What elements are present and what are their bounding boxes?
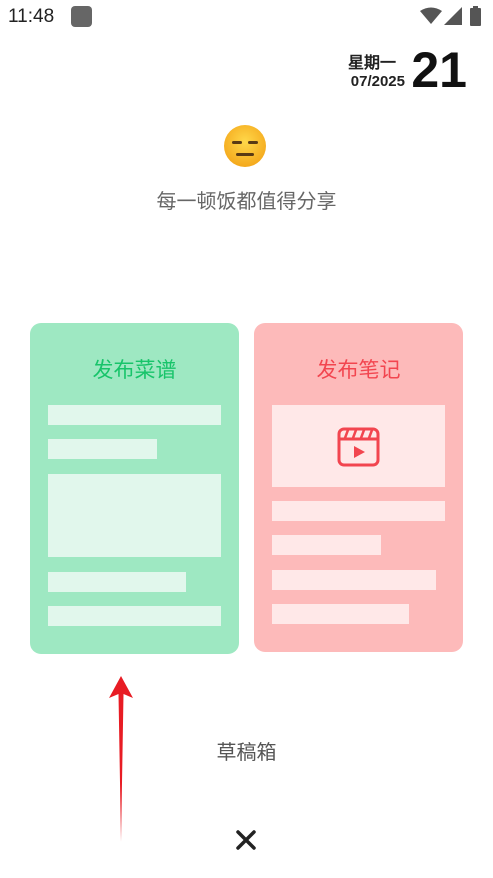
- app-notification-icon: [71, 6, 92, 27]
- placeholder-video: [272, 405, 445, 487]
- placeholder-bar: [48, 439, 157, 459]
- signal-icon: [444, 7, 462, 25]
- placeholder-bar: [272, 501, 445, 521]
- day-number: 21: [411, 42, 467, 98]
- placeholder-bar: [48, 606, 221, 626]
- month-year: 07/2025: [350, 73, 405, 90]
- close-button[interactable]: [229, 823, 263, 857]
- placeholder-bar: [48, 572, 186, 592]
- placeholder-bar: [272, 604, 409, 624]
- close-icon: [236, 830, 256, 850]
- wifi-icon: [420, 7, 442, 24]
- placeholder-image: [48, 474, 221, 557]
- publish-note-card[interactable]: 发布笔记: [254, 323, 463, 652]
- placeholder-bar: [272, 570, 436, 590]
- placeholder-bar: [272, 535, 381, 555]
- status-bar: 11:48: [0, 0, 493, 34]
- publish-screen: 11:48 星期一 07/2025 21 每一顿饭都值得分享 发布菜谱 发布笔记…: [0, 0, 493, 878]
- tagline: 每一顿饭都值得分享: [156, 189, 337, 213]
- publish-note-title: 发布笔记: [316, 358, 401, 382]
- publish-recipe-card[interactable]: 发布菜谱: [30, 323, 239, 654]
- video-icon: [337, 427, 380, 467]
- status-time: 11:48: [8, 6, 55, 27]
- publish-recipe-title: 发布菜谱: [92, 358, 177, 382]
- day-of-week: 星期一: [347, 53, 396, 72]
- battery-icon: [470, 6, 481, 26]
- placeholder-bar: [48, 405, 221, 425]
- expressionless-face-icon: [224, 125, 266, 167]
- drafts-link[interactable]: 草稿箱: [0, 736, 493, 765]
